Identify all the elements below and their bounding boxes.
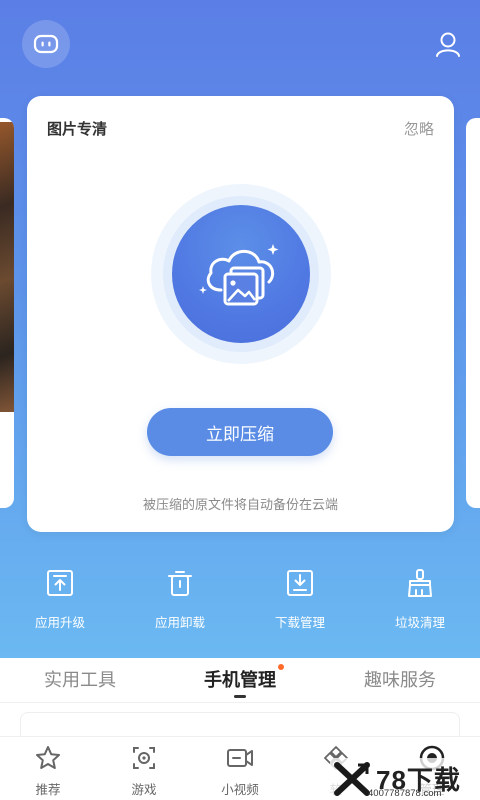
- nav-short-video[interactable]: 小视频: [192, 737, 288, 800]
- nav-label: 小视频: [221, 782, 259, 797]
- divider: [0, 702, 480, 703]
- tab-practical-tools[interactable]: 实用工具: [0, 658, 160, 700]
- hero-circle: [172, 205, 310, 343]
- nav-recommend[interactable]: 推荐: [0, 737, 96, 800]
- star-icon: [36, 746, 60, 769]
- hero-halo: [151, 184, 331, 364]
- tool-label: 垃圾清理: [394, 615, 445, 630]
- assistant-button[interactable]: [22, 20, 70, 68]
- card-title: 图片专清: [47, 120, 108, 138]
- tool-download-manager[interactable]: 下载管理: [240, 566, 360, 636]
- compress-now-button[interactable]: 立即压缩: [147, 408, 333, 456]
- category-tabs: 实用工具 手机管理 趣味服务: [0, 658, 480, 700]
- upload-box-icon: [47, 570, 73, 596]
- gamepad-icon: [133, 747, 155, 769]
- card-photo: [0, 122, 14, 412]
- robot-icon: [33, 34, 59, 54]
- photo-compress-card: 图片专清 忽略 立即压缩 被压缩的原文件将自动备份在云端: [27, 96, 454, 532]
- tool-label: 应用升级: [34, 615, 85, 630]
- backup-note: 被压缩的原文件将自动备份在云端: [142, 498, 338, 513]
- new-badge-dot: [278, 664, 284, 670]
- quick-tools: 应用升级 应用卸载 下载管理 垃圾清理: [0, 566, 480, 636]
- dismiss-button[interactable]: 忽略: [404, 118, 434, 139]
- video-icon: [227, 749, 253, 767]
- active-tab-indicator: [234, 695, 246, 698]
- nav-label: 推荐: [35, 782, 61, 797]
- trash-icon: [168, 571, 192, 596]
- tool-app-upgrade[interactable]: 应用升级: [0, 566, 120, 636]
- tab-fun-services[interactable]: 趣味服务: [320, 658, 480, 700]
- tab-label: 手机管理: [204, 670, 276, 691]
- tab-phone-management[interactable]: 手机管理: [160, 658, 320, 700]
- watermark-logo-icon: [334, 762, 370, 796]
- site-watermark: 78下载 4007787878.com: [330, 758, 480, 800]
- download-box-icon: [287, 570, 313, 596]
- next-card-peek[interactable]: [466, 118, 480, 508]
- nav-label: 游戏: [131, 782, 157, 797]
- tool-app-uninstall[interactable]: 应用卸载: [120, 566, 240, 636]
- cloud-image-icon: [199, 244, 279, 306]
- nav-games[interactable]: 游戏: [96, 737, 192, 800]
- brush-icon: [408, 569, 432, 597]
- tool-junk-clean[interactable]: 垃圾清理: [360, 566, 480, 636]
- user-icon: [436, 32, 460, 57]
- watermark-url: 4007787878.com: [368, 788, 442, 799]
- category-panel: 实用工具 手机管理 趣味服务: [0, 658, 480, 742]
- tool-label: 应用卸载: [154, 615, 205, 630]
- tool-label: 下载管理: [274, 615, 325, 630]
- profile-button[interactable]: [430, 26, 466, 62]
- previous-card-peek[interactable]: [0, 118, 14, 508]
